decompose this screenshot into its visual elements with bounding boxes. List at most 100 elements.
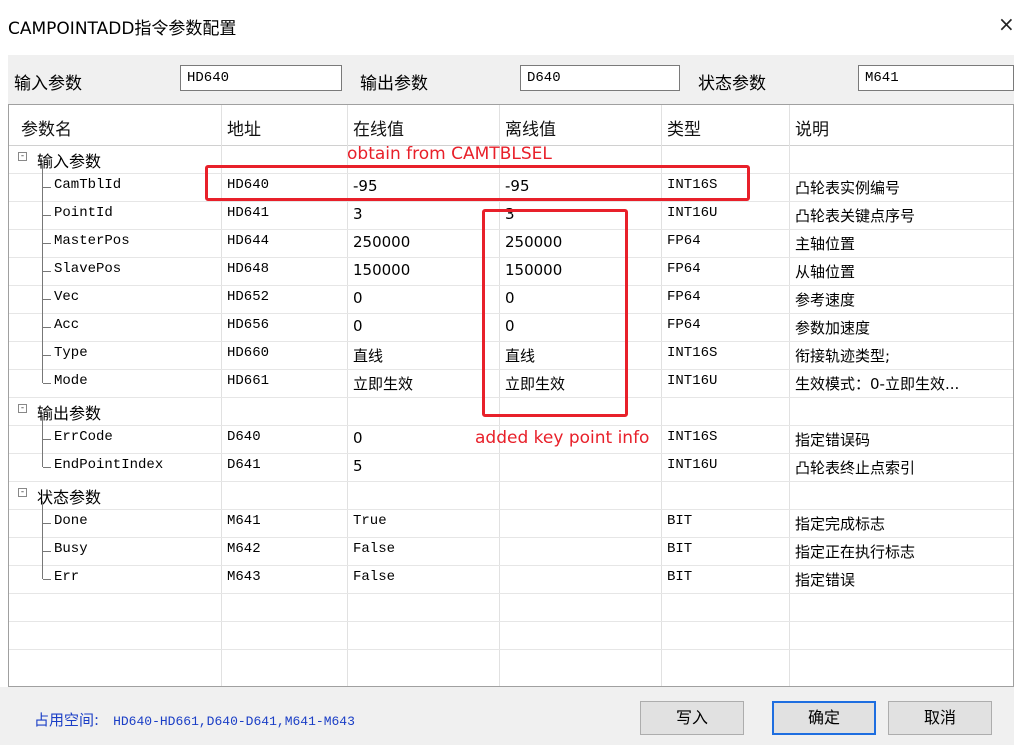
cell-type: FP64 bbox=[667, 261, 701, 277]
empty-row bbox=[9, 593, 1013, 622]
cell-online: 直线 bbox=[353, 347, 384, 365]
dialog-window: CAMPOINTADD指令参数配置 × 输入参数 HD640 输出参数 D640… bbox=[0, 0, 1014, 745]
cell-online: 0 bbox=[353, 289, 363, 307]
cell-addr: M641 bbox=[227, 513, 261, 529]
status-param-label: 状态参数 bbox=[698, 74, 766, 94]
cell-addr: HD656 bbox=[227, 317, 270, 333]
cell-type: INT16S bbox=[667, 345, 718, 361]
cell-addr: D640 bbox=[227, 429, 261, 445]
cell-online: False bbox=[353, 569, 396, 585]
parameter-bar: 输入参数 HD640 输出参数 D640 状态参数 M641 bbox=[8, 55, 1014, 105]
cell-online: False bbox=[353, 541, 396, 557]
cell-desc: 参考速度 bbox=[795, 291, 856, 309]
param-name: SlavePos bbox=[54, 261, 122, 277]
close-icon[interactable]: × bbox=[998, 12, 1014, 36]
cell-addr: D641 bbox=[227, 457, 261, 473]
cell-type: INT16S bbox=[667, 429, 718, 445]
column-header[interactable]: 参数名 bbox=[21, 115, 72, 140]
table-row[interactable]: EndPointIndex D641 5 INT16U 凸轮表终止点索引 bbox=[9, 453, 1013, 482]
cell-desc: 指定错误码 bbox=[795, 431, 871, 449]
param-name: MasterPos bbox=[54, 233, 130, 249]
cell-type: FP64 bbox=[667, 317, 701, 333]
cell-desc: 参数加速度 bbox=[795, 319, 871, 337]
cell-online: 250000 bbox=[353, 233, 411, 251]
window-title: CAMPOINTADD指令参数配置 bbox=[8, 19, 237, 39]
ok-button[interactable]: 确定 bbox=[772, 701, 876, 735]
tree-branch bbox=[43, 579, 51, 580]
occupied-space: 占用空间: HD640-HD661,D640-D641,M641-M643 bbox=[34, 709, 355, 730]
footer-bar: 占用空间: HD640-HD661,D640-D641,M641-M643 写入 … bbox=[0, 687, 1014, 745]
cell-addr: HD652 bbox=[227, 289, 270, 305]
column-header[interactable]: 离线值 bbox=[505, 115, 556, 140]
collapse-icon[interactable]: - bbox=[18, 488, 27, 497]
tree-branch bbox=[43, 467, 51, 468]
cell-type: FP64 bbox=[667, 233, 701, 249]
cell-addr: HD661 bbox=[227, 373, 270, 389]
status-param-field[interactable]: M641 bbox=[858, 65, 1014, 91]
annotation-box-camtblid bbox=[205, 165, 750, 201]
cell-type: BIT bbox=[667, 569, 693, 585]
cell-online: True bbox=[353, 513, 387, 529]
cell-type: INT16U bbox=[667, 457, 718, 473]
empty-row bbox=[9, 621, 1013, 650]
cell-desc: 从轴位置 bbox=[795, 263, 856, 281]
cell-desc: 衔接轨迹类型; bbox=[795, 347, 891, 365]
cell-type: INT16U bbox=[667, 205, 718, 221]
annotation-box-keypoint bbox=[482, 209, 628, 417]
column-header[interactable]: 在线值 bbox=[353, 115, 404, 140]
cell-desc: 凸轮表终止点索引 bbox=[795, 459, 916, 477]
cell-desc: 指定错误 bbox=[795, 571, 856, 589]
table-row[interactable]: Busy M642 False BIT 指定正在执行标志 bbox=[9, 537, 1013, 566]
cell-type: INT16U bbox=[667, 373, 718, 389]
cell-desc: 凸轮表实例编号 bbox=[795, 179, 901, 197]
occupied-label: 占用空间: bbox=[34, 711, 100, 729]
table-header: 参数名 地址 在线值 离线值 类型 说明 bbox=[9, 105, 1013, 146]
cell-addr: M642 bbox=[227, 541, 261, 557]
param-name: PointId bbox=[54, 205, 113, 221]
cell-online: 0 bbox=[353, 317, 363, 335]
cell-online: 150000 bbox=[353, 261, 411, 279]
cell-desc: 凸轮表关键点序号 bbox=[795, 207, 916, 225]
cell-desc: 生效模式：0-立即生效... bbox=[795, 375, 960, 393]
param-name: CamTblId bbox=[54, 177, 122, 193]
cell-online: 立即生效 bbox=[353, 375, 414, 393]
occupied-value: HD640-HD661,D640-D641,M641-M643 bbox=[113, 714, 355, 729]
cell-online: 3 bbox=[353, 205, 363, 223]
tree-line bbox=[42, 165, 55, 383]
cancel-button[interactable]: 取消 bbox=[888, 701, 992, 735]
annotation-added: added key point info bbox=[475, 428, 650, 448]
cell-online: 0 bbox=[353, 429, 363, 447]
cell-type: BIT bbox=[667, 541, 693, 557]
write-button[interactable]: 写入 bbox=[640, 701, 744, 735]
table-row[interactable]: Done M641 True BIT 指定完成标志 bbox=[9, 509, 1013, 538]
output-param-field[interactable]: D640 bbox=[520, 65, 680, 91]
collapse-icon[interactable]: - bbox=[18, 152, 27, 161]
cell-addr: HD641 bbox=[227, 205, 270, 221]
tree-line bbox=[42, 501, 55, 579]
param-name: ErrCode bbox=[54, 429, 113, 445]
column-header[interactable]: 地址 bbox=[227, 115, 261, 140]
param-name: Err bbox=[54, 569, 80, 585]
input-param-field[interactable]: HD640 bbox=[180, 65, 342, 91]
cell-type: FP64 bbox=[667, 289, 701, 305]
title-bar: CAMPOINTADD指令参数配置 × bbox=[0, 0, 1014, 50]
column-header[interactable]: 类型 bbox=[667, 115, 701, 140]
cell-desc: 主轴位置 bbox=[795, 235, 856, 253]
cell-online: 5 bbox=[353, 457, 363, 475]
tree-line bbox=[42, 417, 55, 467]
cell-desc: 指定完成标志 bbox=[795, 515, 886, 533]
param-name: Acc bbox=[54, 317, 80, 333]
table-row[interactable]: Err M643 False BIT 指定错误 bbox=[9, 565, 1013, 594]
cell-type: BIT bbox=[667, 513, 693, 529]
annotation-obtain: obtain from CAMTBLSEL bbox=[347, 144, 552, 164]
cell-desc: 指定正在执行标志 bbox=[795, 543, 916, 561]
param-name: Done bbox=[54, 513, 88, 529]
param-name: Type bbox=[54, 345, 88, 361]
group-row[interactable]: - 状态参数 bbox=[9, 481, 1013, 510]
tree-branch bbox=[43, 383, 51, 384]
param-name: Mode bbox=[54, 373, 88, 389]
param-name: Vec bbox=[54, 289, 80, 305]
param-name: EndPointIndex bbox=[54, 457, 164, 473]
collapse-icon[interactable]: - bbox=[18, 404, 27, 413]
column-header[interactable]: 说明 bbox=[795, 115, 829, 140]
